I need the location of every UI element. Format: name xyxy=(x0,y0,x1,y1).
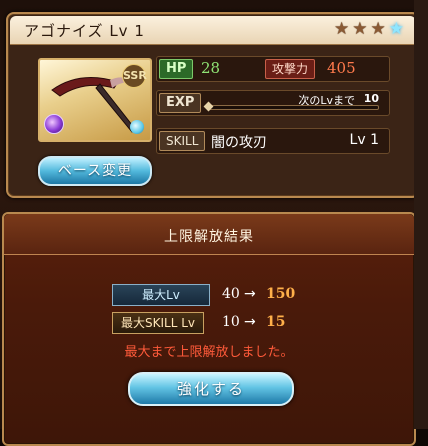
exp-progress-marker xyxy=(203,101,214,112)
atk-value: 405 xyxy=(327,59,356,77)
max-skill-lv-from: 10 xyxy=(222,314,240,330)
dark-element-icon xyxy=(44,114,64,134)
skill-name: 闇の攻刃 xyxy=(211,135,267,151)
star-blue-icon: ★ xyxy=(388,19,404,39)
max-lv-to: 150 xyxy=(266,286,296,302)
scrollbar-track[interactable] xyxy=(414,0,428,429)
weapon-card: アゴナイズ Lv 1 ★ ★ ★ ★ SSR ベース変更 HP 28 攻撃力 4… xyxy=(6,12,420,198)
skill-level: Lv 1 xyxy=(349,132,379,148)
ssr-badge: SSR xyxy=(122,64,147,88)
max-skill-lv-label: 最大SKILL Lv xyxy=(112,312,204,334)
exp-label: EXP xyxy=(159,93,202,113)
weapon-thumbnail[interactable]: SSR xyxy=(38,58,152,142)
arrow-right-icon: → xyxy=(244,286,256,302)
max-lv-label: 最大Lv xyxy=(112,284,210,306)
exp-panel: EXP 次のLvまで 10 xyxy=(156,90,390,116)
weapon-card-header: アゴナイズ Lv 1 ★ ★ ★ ★ xyxy=(10,16,416,45)
max-skill-lv-to: 15 xyxy=(266,314,286,330)
star-bronze-icon: ★ xyxy=(370,19,386,39)
stats-panel: HP 28 攻撃力 405 xyxy=(156,56,390,82)
uncap-result-dialog: 上限解放結果 最大Lv 40 → 150 最大SKILL Lv 10 → 15 … xyxy=(2,212,416,446)
enhance-button[interactable]: 強化する xyxy=(128,372,294,406)
rarity-stars: ★ ★ ★ ★ xyxy=(334,20,404,38)
star-bronze-icon: ★ xyxy=(352,19,368,39)
hp-label: HP xyxy=(159,59,194,79)
skill-panel: SKILL 闇の攻刃 Lv 1 xyxy=(156,128,390,154)
weapon-title: アゴナイズ Lv 1 xyxy=(24,22,145,40)
dialog-title: 上限解放結果 xyxy=(164,229,254,245)
max-uncap-notice: 最大まで上限解放しました。 xyxy=(124,345,294,360)
skill-label: SKILL xyxy=(159,131,206,151)
star-bronze-icon: ★ xyxy=(334,19,350,39)
dialog-header: 上限解放結果 xyxy=(4,214,414,255)
hp-value: 28 xyxy=(201,59,221,77)
skill-orb-icon xyxy=(130,120,144,134)
exp-progress-bar xyxy=(203,101,379,112)
base-change-button[interactable]: ベース変更 xyxy=(38,156,152,186)
atk-label: 攻撃力 xyxy=(265,59,316,79)
arrow-right-icon: → xyxy=(244,314,256,330)
max-lv-from: 40 xyxy=(222,286,240,302)
next-lv-value: 10 xyxy=(363,92,379,105)
